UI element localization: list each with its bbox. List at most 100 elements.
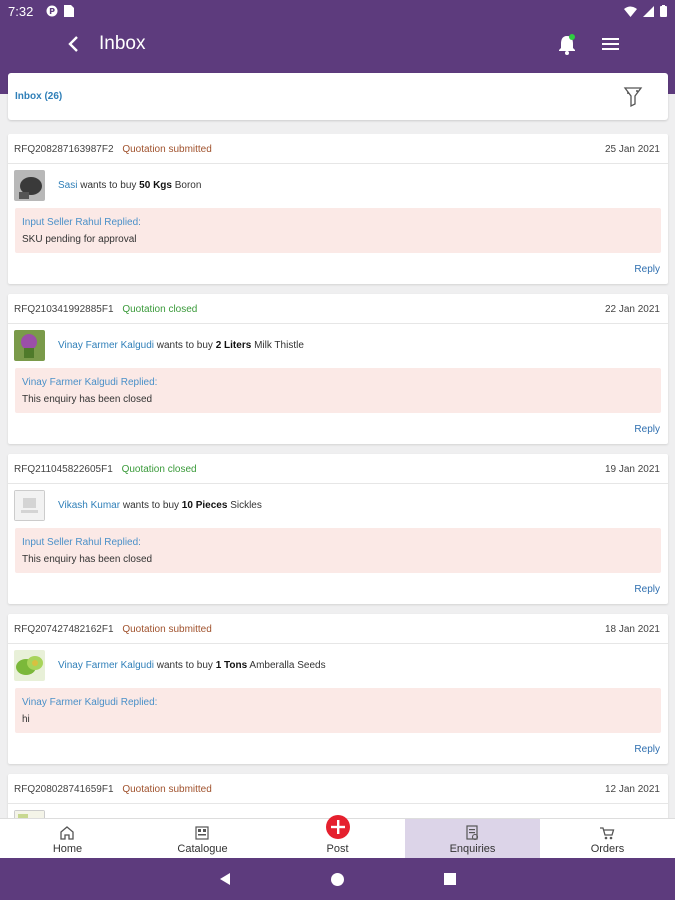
- reply-box: Vinay Farmer Kalgudi Replied: This enqui…: [15, 368, 661, 413]
- request-row: Sasi wants to buy 50 Kgs Boron: [8, 164, 668, 208]
- buyer-name[interactable]: Vinay Farmer Kalgudi: [58, 660, 154, 671]
- wifi-icon: [624, 5, 637, 20]
- product-thumbnail: [14, 170, 45, 201]
- system-back-icon[interactable]: [217, 871, 233, 892]
- page-title: Inbox: [99, 33, 146, 54]
- status-badge: Quotation closed: [122, 304, 198, 315]
- rfq-id: RFQ207427482162F1: [14, 624, 114, 635]
- enquiry-date: 18 Jan 2021: [604, 624, 660, 635]
- enquiry-list: RFQ208287163987F2 Quotation submitted 25…: [0, 134, 675, 818]
- enquiry-card-header: RFQ208028741659F1 Quotation submitted 12…: [8, 774, 668, 804]
- product-name: Boron: [174, 180, 202, 191]
- back-arrow-icon[interactable]: [62, 32, 86, 56]
- replier-label: Input Seller Rahul Replied:: [22, 537, 141, 548]
- request-row: Vinay Farmer Kalgudi wants to buy 2 Lite…: [8, 324, 668, 368]
- product-thumbnail: [14, 650, 45, 681]
- product-name: Sickles: [230, 500, 262, 511]
- reply-box: Input Seller Rahul Replied: SKU pending …: [15, 208, 661, 253]
- quantity: 10 Pieces: [181, 500, 228, 511]
- reply-message: hi: [22, 714, 30, 725]
- reply-link[interactable]: Reply: [634, 424, 660, 435]
- enquiry-card-header: RFQ207427482162F1 Quotation submitted 18…: [8, 614, 668, 644]
- filter-icon[interactable]: [622, 85, 644, 109]
- reply-link[interactable]: Reply: [634, 584, 660, 595]
- status-badge: Quotation submitted: [122, 144, 212, 155]
- product-name: Amberalla Seeds: [249, 660, 326, 671]
- status-badge: Quotation closed: [121, 464, 197, 475]
- battery-icon: [660, 5, 667, 20]
- request-row: Vinay Farmer Kalgudi wants to buy 1 Tons…: [8, 644, 668, 688]
- bottom-navigation: Home Catalogue Post Enquiries Orders: [0, 815, 675, 859]
- cart-icon: [598, 824, 616, 842]
- reply-box: Input Seller Rahul Replied: This enquiry…: [15, 528, 661, 573]
- rfq-id: RFQ210341992885F1: [14, 304, 114, 315]
- enquiry-card[interactable]: RFQ207427482162F1 Quotation submitted 18…: [8, 614, 668, 764]
- quantity: 50 Kgs: [139, 180, 172, 191]
- buyer-name[interactable]: Vikash Kumar: [58, 500, 120, 511]
- enquiry-card-header: RFQ211045822605F1 Quotation closed 19 Ja…: [8, 454, 668, 484]
- nav-label: Orders: [590, 843, 625, 855]
- enquiry-card[interactable]: RFQ208028741659F1 Quotation submitted 12…: [8, 774, 668, 818]
- nav-label: Post: [326, 843, 349, 855]
- system-home-icon[interactable]: [330, 872, 345, 892]
- product-thumbnail: [14, 330, 45, 361]
- reply-link[interactable]: Reply: [634, 264, 660, 275]
- inbox-header: Inbox (26): [8, 73, 668, 120]
- replier-label: Vinay Farmer Kalgudi Replied:: [22, 377, 158, 388]
- reply-box: Vinay Farmer Kalgudi Replied: hi: [15, 688, 661, 733]
- home-icon: [58, 824, 76, 842]
- status-badge: Quotation submitted: [122, 784, 212, 795]
- quantity: 2 Liters: [215, 340, 252, 351]
- wants-text: wants to buy: [156, 340, 213, 351]
- system-navigation-bar: [0, 858, 675, 900]
- product-name: Milk Thistle: [254, 340, 304, 351]
- nav-label: Home: [52, 843, 83, 855]
- enquiry-date: 25 Jan 2021: [604, 144, 660, 155]
- quantity: 1 Tons: [215, 660, 248, 671]
- reply-link[interactable]: Reply: [634, 744, 660, 755]
- buyer-name[interactable]: Sasi: [58, 180, 77, 191]
- product-thumbnail: [14, 490, 45, 521]
- replier-label: Vinay Farmer Kalgudi Replied:: [22, 697, 158, 708]
- request-row: Vikash Kumar wants to buy 10 Pieces Sick…: [8, 484, 668, 528]
- catalogue-icon: [193, 824, 211, 842]
- buyer-name[interactable]: Vinay Farmer Kalgudi: [58, 340, 154, 351]
- wants-text: wants to buy: [122, 500, 180, 511]
- nav-catalogue[interactable]: Catalogue: [135, 819, 270, 859]
- status-badge: Quotation submitted: [122, 624, 212, 635]
- reply-message: SKU pending for approval: [22, 234, 137, 245]
- rfq-id: RFQ208028741659F1: [14, 784, 114, 795]
- system-recents-icon[interactable]: [443, 872, 457, 891]
- nav-label: Enquiries: [449, 843, 496, 855]
- nav-home[interactable]: Home: [0, 819, 135, 859]
- enquiry-card[interactable]: RFQ208287163987F2 Quotation submitted 25…: [8, 134, 668, 284]
- enquiry-date: 12 Jan 2021: [604, 784, 660, 795]
- enquiries-icon: [463, 824, 481, 842]
- svg-text:P: P: [49, 7, 55, 16]
- notification-dot-icon: P: [46, 5, 58, 17]
- enquiry-card-header: RFQ208287163987F2 Quotation submitted 25…: [8, 134, 668, 164]
- add-circle-icon: [326, 815, 350, 839]
- reply-message: This enquiry has been closed: [22, 554, 153, 565]
- wants-text: wants to buy: [80, 180, 137, 191]
- product-thumbnail: [14, 810, 45, 818]
- inbox-count-label: Inbox (26): [15, 91, 63, 102]
- enquiry-card[interactable]: RFQ211045822605F1 Quotation closed 19 Ja…: [8, 454, 668, 604]
- wants-text: wants to buy: [156, 660, 213, 671]
- enquiry-card-header: RFQ210341992885F1 Quotation closed 22 Ja…: [8, 294, 668, 324]
- status-bar: 7:32 P: [0, 0, 675, 24]
- enquiry-date: 19 Jan 2021: [604, 464, 660, 475]
- enquiry-date: 22 Jan 2021: [604, 304, 660, 315]
- app-bar: Inbox: [0, 24, 675, 64]
- nav-enquiries[interactable]: Enquiries: [405, 819, 540, 859]
- notification-bell-icon[interactable]: [556, 32, 578, 56]
- reply-message: This enquiry has been closed: [22, 394, 153, 405]
- nav-label: Catalogue: [177, 843, 228, 855]
- menu-icon[interactable]: [600, 33, 622, 55]
- rfq-id: RFQ208287163987F2: [14, 144, 114, 155]
- signal-icon: [643, 5, 654, 20]
- nav-post[interactable]: Post: [270, 815, 405, 859]
- enquiry-card[interactable]: RFQ210341992885F1 Quotation closed 22 Ja…: [8, 294, 668, 444]
- status-time: 7:32: [8, 4, 34, 19]
- nav-orders[interactable]: Orders: [540, 819, 675, 859]
